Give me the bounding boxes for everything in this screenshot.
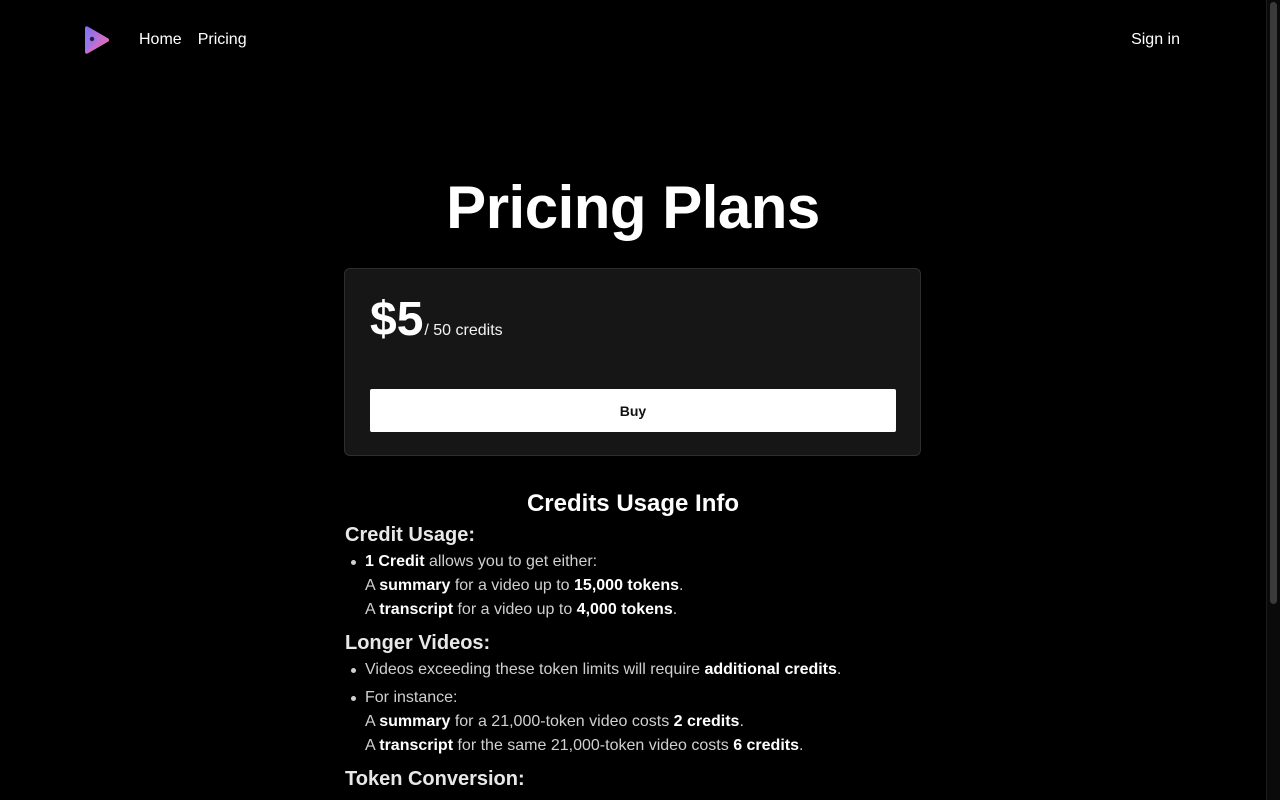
page-title: Pricing Plans [446, 174, 820, 241]
price-row: $5 / 50 credits [370, 293, 503, 347]
logo-icon[interactable] [80, 24, 112, 56]
section-title-longer-videos: Longer Videos: [345, 632, 491, 654]
list-item: For instance: A summary for a 21,000-tok… [345, 686, 921, 758]
item-text: allows you to get either: [424, 553, 598, 570]
section-title-token-conversion: Token Conversion: [345, 768, 525, 790]
credits-usage-info: Credits Usage Info Credit Usage: 1 Credi… [345, 488, 921, 794]
nav-pricing-link[interactable]: Pricing [198, 30, 247, 50]
nav-home-link[interactable]: Home [139, 30, 182, 50]
longer-videos-list: Videos exceeding these token limits will… [345, 658, 921, 758]
scrollbar-thumb[interactable] [1270, 2, 1277, 604]
price-amount: $5 [370, 293, 424, 346]
sub-line: A summary for a 21,000-token video costs… [365, 713, 744, 730]
top-nav: Home Pricing Sign in [0, 0, 1266, 80]
sub-line: A transcript for the same 21,000-token v… [365, 737, 804, 754]
pricing-card: $5 / 50 credits Buy [344, 268, 921, 456]
sign-in-link[interactable]: Sign in [1131, 30, 1180, 50]
list-item: 1 Credit allows you to get either: A sum… [345, 550, 921, 622]
list-item: Videos exceeding these token limits will… [345, 658, 921, 682]
scrollbar[interactable] [1266, 0, 1280, 800]
section-title-credit-usage: Credit Usage: [345, 524, 476, 546]
bold-text: 1 Credit [365, 553, 425, 570]
sub-line: A transcript for a video up to 4,000 tok… [365, 601, 678, 618]
page: Home Pricing Sign in Pricing Plans $5 / … [0, 0, 1280, 800]
main-nav: Home Pricing [139, 30, 247, 50]
sub-line: A summary for a video up to 15,000 token… [365, 577, 684, 594]
credit-usage-list: 1 Credit allows you to get either: A sum… [345, 550, 921, 622]
info-title: Credits Usage Info [526, 490, 740, 517]
price-unit: / 50 credits [424, 322, 503, 339]
buy-button[interactable]: Buy [370, 389, 896, 432]
